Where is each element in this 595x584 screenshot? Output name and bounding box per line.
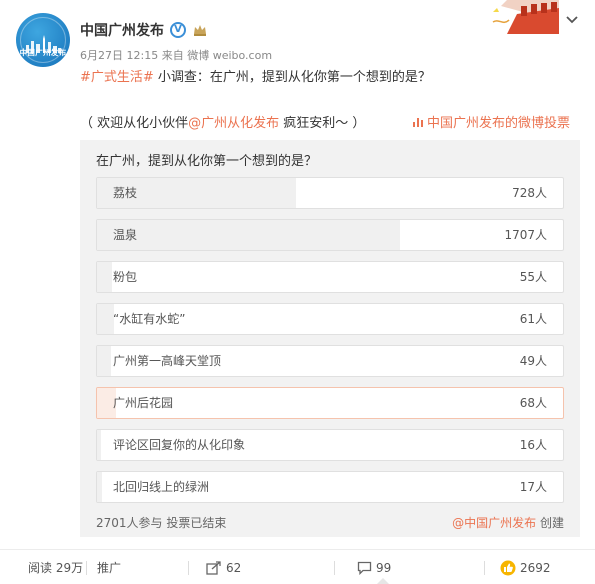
- verified-mark: V: [174, 24, 182, 35]
- poll-option-count: 68人: [519, 396, 547, 410]
- comment-count: 99: [376, 560, 392, 575]
- poll-option-label: 荔枝: [113, 186, 138, 200]
- action-bar: 阅读 29万 推广 62 99 2692: [0, 549, 595, 584]
- post-header: 中国广州发布 中国广州发布 V 6月27日 12:15 来自 微博 weibo.…: [0, 0, 595, 100]
- member-crown-icon[interactable]: [192, 23, 208, 37]
- promote-button[interactable]: 推广: [97, 550, 121, 584]
- poll-option-bar: [97, 304, 114, 334]
- poll-option-label: 广州后花园: [113, 396, 174, 410]
- poll-option-count: 49人: [519, 354, 547, 368]
- divider: [484, 561, 485, 575]
- poll-option-count: 1707人: [504, 228, 547, 242]
- divider: [86, 561, 87, 575]
- poll-option[interactable]: 广州第一高峰天堂顶 49人: [96, 345, 564, 377]
- poll-option[interactable]: 北回归线上的绿洲 17人: [96, 471, 564, 503]
- poll-option-label: 温泉: [113, 228, 138, 242]
- vote-link[interactable]: 中国广州发布的微博投票: [412, 112, 570, 131]
- post-text: #广式生活# 小调查：在广州，提到从化你第一个想到的是？: [80, 66, 431, 85]
- author-avatar[interactable]: 中国广州发布: [16, 13, 70, 67]
- subtext-prefix: （ 欢迎从化小伙伴: [80, 116, 189, 131]
- poll-option[interactable]: 广州后花园 68人: [96, 387, 564, 419]
- post-source[interactable]: 微博 weibo.com: [187, 49, 272, 62]
- poll-option-bar: [97, 220, 400, 250]
- poll-option-bar: [97, 472, 102, 502]
- poll-option-label: “水缸有水蛇”: [113, 312, 186, 326]
- poll-question: 在广州，提到从化你第一个想到的是？: [96, 154, 318, 169]
- poll-option[interactable]: “水缸有水蛇” 61人: [96, 303, 564, 335]
- topic-link[interactable]: #广式生活#: [80, 70, 154, 85]
- poll-creator: @中国广州发布 创建: [452, 514, 564, 531]
- avatar-logo-text: 中国广州发布: [19, 48, 67, 57]
- subtext-suffix: 疯狂安利～ ）: [279, 116, 366, 131]
- vote-link-label: 中国广州发布的微博投票: [426, 116, 570, 131]
- share-count: 62: [226, 560, 242, 575]
- share-icon: [206, 560, 221, 575]
- divider: [188, 561, 189, 575]
- poll-creator-link[interactable]: @中国广州发布: [452, 516, 536, 530]
- divider: [334, 561, 335, 575]
- chevron-down-icon[interactable]: [564, 12, 580, 28]
- poll-option[interactable]: 粉包 55人: [96, 261, 564, 293]
- post-time[interactable]: 6月27日 12:15: [80, 49, 158, 62]
- post-body: 小调查：在广州，提到从化你第一个想到的是？: [153, 70, 431, 85]
- poll-option-count: 16人: [519, 438, 547, 452]
- comment-caret-icon: [377, 578, 389, 584]
- subtext-left: （ 欢迎从化小伙伴@广州从化发布 疯狂安利～ ）: [80, 112, 365, 131]
- like-button[interactable]: 2692: [500, 550, 551, 584]
- poll-option-count: 55人: [519, 270, 547, 284]
- great-wall-decoration-icon: [487, 0, 559, 34]
- verified-badge-icon[interactable]: V: [170, 22, 186, 38]
- poll-option[interactable]: 温泉 1707人: [96, 219, 564, 251]
- poll-summary: 2701人参与 投票已结束: [96, 516, 227, 530]
- poll-option-label: 广州第一高峰天堂顶: [113, 354, 222, 368]
- poll-card: 在广州，提到从化你第一个想到的是？ 荔枝 728人温泉 1707人粉包 55人 “水缸有…: [80, 140, 580, 537]
- post-subtext: （ 欢迎从化小伙伴@广州从化发布 疯狂安利～ ） 中国广州发布的微博投票: [80, 112, 570, 131]
- poll-option-count: 17人: [519, 480, 547, 494]
- author-row: 中国广州发布 V: [80, 20, 208, 40]
- like-count: 2692: [520, 560, 551, 575]
- author-name[interactable]: 中国广州发布: [80, 20, 164, 40]
- poll-option[interactable]: 荔枝 728人: [96, 177, 564, 209]
- post-meta: 6月27日 12:15 来自 微博 weibo.com: [80, 47, 272, 63]
- poll-option-label: 评论区回复你的从化印象: [113, 438, 246, 452]
- poll-option-label: 粉包: [113, 270, 138, 284]
- share-button[interactable]: 62: [206, 550, 241, 584]
- poll-option-label: 北回归线上的绿洲: [113, 480, 210, 494]
- poll-option-count: 728人: [512, 186, 547, 200]
- source-prefix: 来自: [161, 49, 184, 62]
- vote-chart-icon: [412, 117, 423, 127]
- poll-creator-suffix: 创建: [536, 516, 564, 530]
- poll-option-bar: [97, 262, 112, 292]
- poll-option-count: 61人: [519, 312, 547, 326]
- poll-option-bar: [97, 430, 102, 460]
- thumbs-up-icon: [500, 560, 516, 575]
- read-count: 阅读 29万: [28, 561, 84, 575]
- mention-link[interactable]: @广州从化发布: [188, 116, 279, 131]
- comment-icon: [357, 561, 372, 575]
- poll-option-bar: [97, 346, 111, 376]
- poll-option[interactable]: 评论区回复你的从化印象 16人: [96, 429, 564, 461]
